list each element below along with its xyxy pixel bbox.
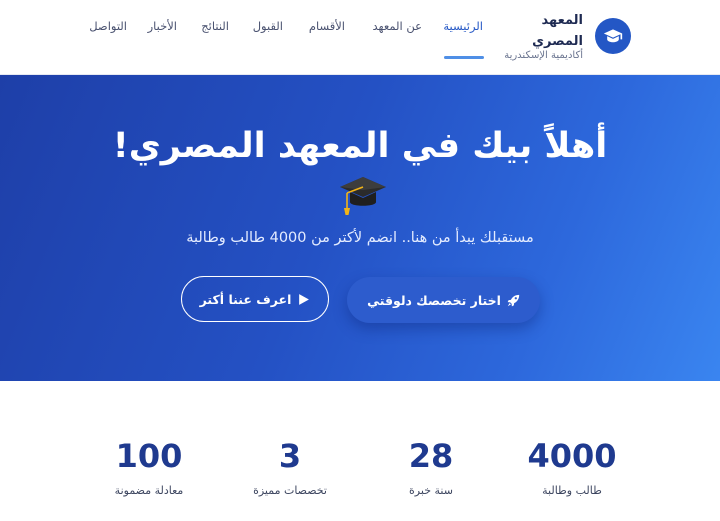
stat-years: 28 سنة خبرة <box>371 436 491 497</box>
nav-link-departments[interactable]: الأقسام <box>309 17 345 36</box>
learn-more-label: اعرف عننا أكتر <box>199 291 292 307</box>
site-header: المعهد المصري أكاديمية الإسكندرية الرئيس… <box>0 0 720 75</box>
choose-specialization-button[interactable]: اختار تخصصك دلوقتي <box>347 277 540 323</box>
hero-subtitle: مستقبلك يبدأ من هنا.. انضم لأكتر من 4000… <box>186 230 534 246</box>
hero-title: أهلاً بيك في المعهد المصري! <box>110 123 610 217</box>
stat-label: طالب وطالبة <box>542 484 602 497</box>
nav-link-contact[interactable]: التواصل <box>89 17 127 36</box>
brand-name[interactable]: المعهد المصري <box>523 10 583 52</box>
stat-value: 28 <box>408 437 454 475</box>
stat-label: سنة خبرة <box>409 484 453 497</box>
hero-title-text: أهلاً بيك في المعهد المصري! <box>112 126 608 166</box>
stat-label: معادلة مضمونة <box>114 484 184 497</box>
brand-tagline: أكاديمية الإسكندرية <box>504 50 583 61</box>
play-icon <box>299 293 310 305</box>
graduation-cap-emoji <box>340 177 386 215</box>
rocket-icon <box>507 294 520 306</box>
stat-value: 3 <box>278 437 302 475</box>
hero-section: أهلاً بيك في المعهد المصري! مستقبلك يبدأ… <box>0 75 720 381</box>
stat-specializations: 3 تخصصات مميزة <box>230 436 350 497</box>
stat-equivalency: 100 معادلة مضمونة <box>89 436 209 497</box>
nav-link-home[interactable]: الرئيسية <box>443 17 483 36</box>
stat-students: 4000 طالب وطالبة <box>512 436 632 497</box>
stat-label: تخصصات مميزة <box>253 484 327 497</box>
stat-value: 100 <box>115 437 183 475</box>
learn-more-button[interactable]: اعرف عننا أكتر <box>181 276 329 322</box>
nav-link-results[interactable]: النتائج <box>201 17 229 36</box>
active-nav-indicator <box>444 56 484 59</box>
graduation-cap-icon[interactable] <box>595 18 631 54</box>
choose-specialization-label: اختار تخصصك دلوقتي <box>367 292 501 308</box>
nav-link-admission[interactable]: القبول <box>253 17 283 36</box>
stat-value: 4000 <box>527 437 617 475</box>
nav-link-about[interactable]: عن المعهد <box>372 17 422 36</box>
nav-link-news[interactable]: الأخبار <box>148 17 177 36</box>
